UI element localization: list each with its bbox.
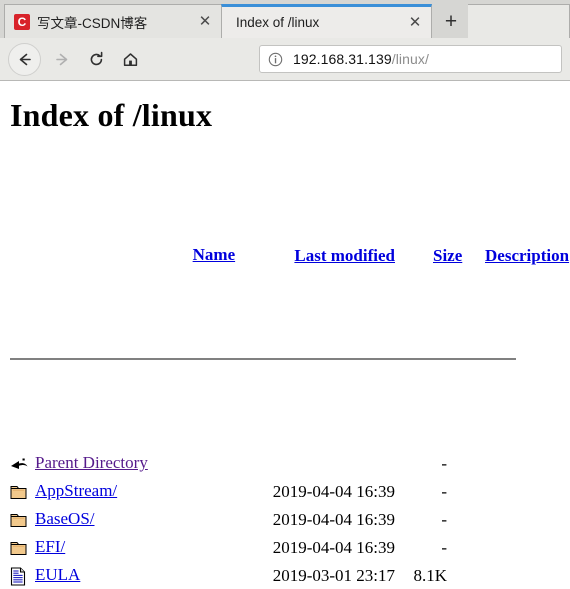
listing-name-cell: BaseOS/ <box>35 505 255 535</box>
arrow-right-icon <box>54 51 71 68</box>
navigation-toolbar: 192.168.31.139/linux/ <box>0 38 570 80</box>
column-header-size-cell: Size <box>395 214 462 298</box>
column-header-name-cell: Name <box>35 213 255 299</box>
close-icon[interactable]: ✕ <box>195 12 215 32</box>
page-title: Index of /linux <box>10 97 213 133</box>
listing-size: - <box>441 510 447 529</box>
listing-entry-link[interactable]: AppStream/ <box>35 481 117 500</box>
tab-strip-filler <box>468 4 570 38</box>
info-circle-icon[interactable] <box>268 52 284 67</box>
listing-row: AppStream/2019-04-04 16:39 - <box>10 478 560 506</box>
new-tab-button[interactable]: + <box>434 4 468 38</box>
url-path: /linux/ <box>391 51 429 67</box>
browser-tab-csdn[interactable]: 写文章-CSDN博客 ✕ <box>4 4 222 38</box>
reload-icon <box>88 51 105 68</box>
listing-rows: Parent Directory - AppStream/2019-04-04 16… <box>10 450 560 589</box>
csdn-c-icon <box>14 13 30 30</box>
listing-name-cell: EULA <box>35 561 255 589</box>
listing-size: - <box>441 482 447 501</box>
folder-icon <box>10 510 35 530</box>
listing-last-modified: 2019-04-04 16:39 <box>272 482 395 501</box>
listing-row: EFI/2019-04-04 16:39 - <box>10 534 560 562</box>
listing-size: - <box>441 454 447 473</box>
directory-listing: Name Last modified Size Description Pare… <box>10 158 569 589</box>
listing-entry-link[interactable]: EULA <box>35 565 80 584</box>
tab-title: Index of /linux <box>236 15 320 30</box>
column-header-name[interactable]: Name <box>193 245 235 264</box>
reload-button[interactable] <box>81 44 112 75</box>
browser-tab-index-of-linux[interactable]: Index of /linux ✕ <box>221 4 432 38</box>
url-text: 192.168.31.139/linux/ <box>293 51 429 67</box>
listing-last-modified: 2019-04-04 16:39 <box>272 538 395 557</box>
listing-row: BaseOS/2019-04-04 16:39 - <box>10 506 560 534</box>
column-header-last-modified[interactable]: Last modified <box>294 246 395 265</box>
listing-row: EULA 2019-03-01 23:17 8.1K <box>10 562 560 589</box>
column-header-description-cell: Description <box>447 214 569 298</box>
listing-size: 8.1K <box>413 566 447 585</box>
listing-entry-link[interactable]: EFI/ <box>35 537 65 556</box>
listing-top-rule <box>10 358 516 360</box>
page-content: Index of /linux Name Last modified Size … <box>0 81 570 589</box>
listing-last-modified: 2019-03-01 23:17 <box>272 566 395 585</box>
folder-icon <box>10 538 35 558</box>
arrow-left-icon <box>16 51 33 68</box>
listing-entry-link[interactable]: BaseOS/ <box>35 509 95 528</box>
back-arrow-icon <box>10 454 35 474</box>
header-icon-spacer <box>10 246 35 266</box>
browser-chrome: 写文章-CSDN博客 ✕ Index of /linux ✕ + <box>0 0 570 81</box>
listing-entry-link[interactable]: Parent Directory <box>35 453 148 472</box>
listing-header-row: Name Last modified Size Description <box>10 242 569 270</box>
forward-button <box>47 44 78 75</box>
text-file-icon <box>10 566 35 586</box>
tab-strip: 写文章-CSDN博客 ✕ Index of /linux ✕ + <box>0 0 570 38</box>
listing-name-cell: EFI/ <box>35 533 255 563</box>
column-header-description[interactable]: Description <box>485 246 569 265</box>
url-host: 192.168.31.139 <box>293 51 392 67</box>
listing-size: - <box>441 538 447 557</box>
back-button[interactable] <box>8 42 41 76</box>
listing-name-cell: Parent Directory <box>35 449 255 479</box>
tab-title: 写文章-CSDN博客 <box>37 15 148 31</box>
listing-last-modified: 2019-04-04 16:39 <box>272 510 395 529</box>
address-bar[interactable]: 192.168.31.139/linux/ <box>259 45 562 73</box>
folder-icon <box>10 482 35 502</box>
listing-row: Parent Directory - <box>10 450 560 478</box>
listing-name-cell: AppStream/ <box>35 477 255 507</box>
close-icon[interactable]: ✕ <box>405 13 425 33</box>
column-header-last-modified-cell: Last modified <box>255 214 395 298</box>
home-button[interactable] <box>115 44 146 75</box>
home-icon <box>122 51 139 68</box>
